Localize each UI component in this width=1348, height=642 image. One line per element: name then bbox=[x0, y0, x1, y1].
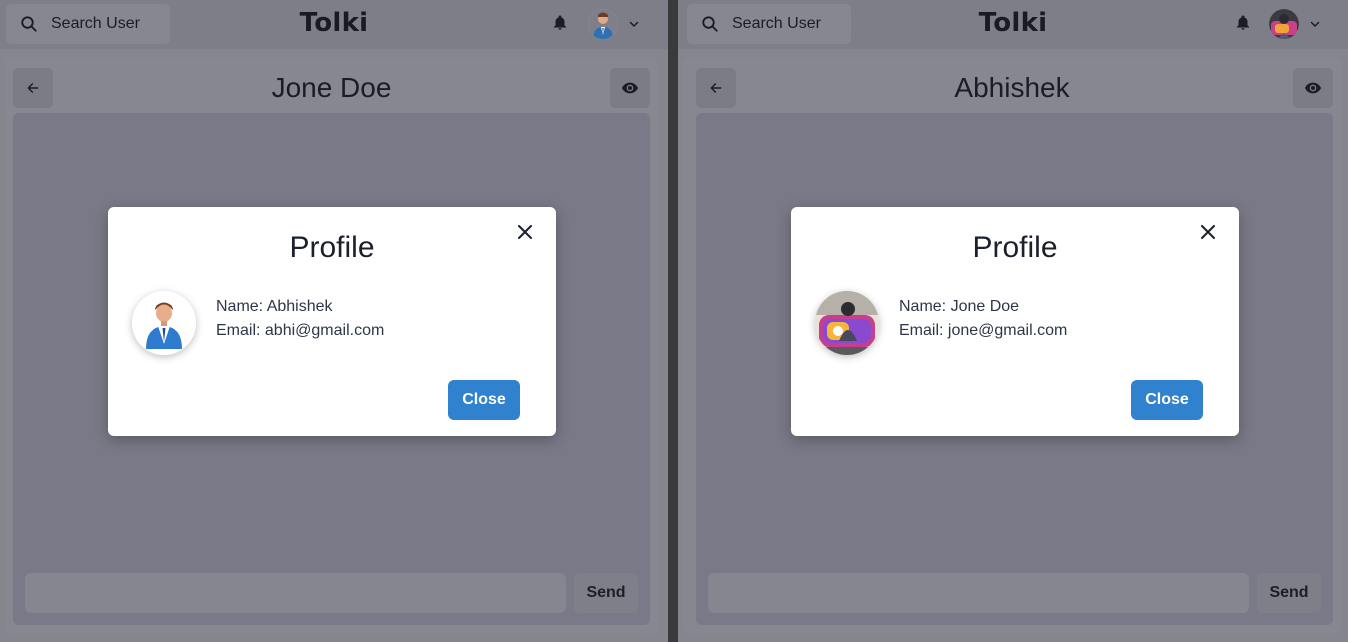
photo-avatar-icon bbox=[815, 291, 879, 355]
message-input[interactable] bbox=[25, 573, 566, 613]
notification-button[interactable] bbox=[1234, 13, 1252, 38]
send-button[interactable]: Send bbox=[574, 573, 638, 613]
chevron-down-icon bbox=[629, 21, 639, 28]
modal-title: Profile bbox=[972, 231, 1058, 264]
businessman-avatar-icon bbox=[132, 291, 196, 355]
window-divider bbox=[668, 0, 678, 642]
send-button[interactable]: Send bbox=[1257, 573, 1321, 613]
avatar bbox=[1269, 9, 1299, 39]
modal-title: Profile bbox=[289, 231, 375, 264]
notification-button[interactable] bbox=[551, 13, 569, 38]
user-menu[interactable] bbox=[1269, 9, 1321, 39]
profile-name: Name: Jone Doe bbox=[899, 298, 1020, 315]
close-icon bbox=[1201, 225, 1215, 239]
chevron-down-icon bbox=[1310, 21, 1320, 28]
close-icon bbox=[518, 225, 532, 239]
chat-window-left: Search User Tolki Jone Doe Send Profile bbox=[0, 0, 668, 642]
modal-close-button[interactable] bbox=[514, 221, 536, 243]
chat-title: Jone Doe bbox=[271, 72, 392, 103]
user-menu[interactable] bbox=[588, 9, 640, 39]
top-bar: Search User Tolki bbox=[0, 0, 668, 49]
message-input[interactable] bbox=[708, 573, 1249, 613]
eye-icon bbox=[1305, 82, 1321, 94]
chat-title: Abhishek bbox=[954, 72, 1070, 103]
photo-avatar-icon bbox=[1269, 9, 1299, 39]
eye-icon bbox=[622, 82, 638, 94]
bell-icon bbox=[554, 15, 566, 30]
view-profile-button[interactable] bbox=[1293, 68, 1333, 108]
profile-modal: Profile Name: Abhishek Email: abhi@gmail… bbox=[108, 207, 556, 436]
profile-modal: Profile Name: Jone Doe Email: jone@gmail… bbox=[791, 207, 1239, 436]
close-button[interactable]: Close bbox=[448, 380, 520, 420]
profile-email: Email: jone@gmail.com bbox=[899, 322, 1068, 339]
profile-name: Name: Abhishek bbox=[216, 298, 333, 315]
top-bar: Search User Tolki bbox=[678, 0, 1348, 49]
profile-avatar bbox=[815, 291, 879, 355]
profile-avatar bbox=[132, 291, 196, 355]
businessman-avatar-icon bbox=[588, 9, 618, 39]
modal-close-button[interactable] bbox=[1197, 221, 1219, 243]
profile-email: Email: abhi@gmail.com bbox=[216, 322, 385, 339]
profile-info: Name: Abhishek Email: abhi@gmail.com bbox=[216, 295, 384, 343]
close-button[interactable]: Close bbox=[1131, 380, 1203, 420]
view-profile-button[interactable] bbox=[610, 68, 650, 108]
avatar bbox=[588, 9, 618, 39]
bell-icon bbox=[1237, 15, 1249, 30]
profile-info: Name: Jone Doe Email: jone@gmail.com bbox=[899, 295, 1067, 343]
chat-window-right: Search User Tolki Abhishek Send Profile bbox=[678, 0, 1348, 642]
